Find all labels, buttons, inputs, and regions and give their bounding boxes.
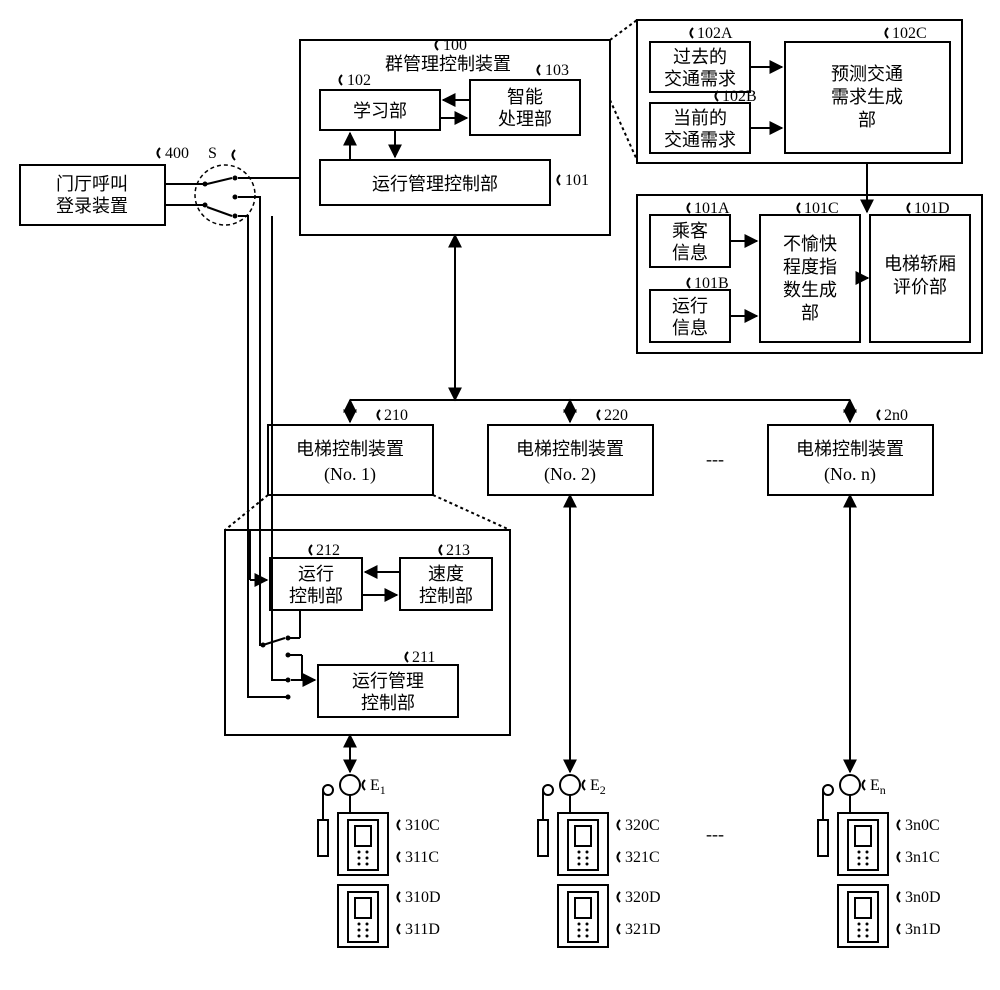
box101d-l2: 评价部 [893, 277, 947, 297]
ref-102b: 102B [722, 88, 757, 105]
ctrl1-l2: (No. 1) [324, 464, 376, 485]
ref-101a: 101A [694, 200, 730, 217]
ref-102: 102 [347, 72, 371, 89]
ref-e1: E1 [370, 777, 386, 797]
ref-100: 100 [443, 37, 467, 54]
box102c-l1: 预测交通 [831, 64, 903, 84]
box103-line1: 智能 [507, 87, 543, 107]
ref-400: 400 [165, 145, 189, 162]
ref-3n0c: 3n0C [905, 817, 940, 834]
box102a-l2: 交通需求 [664, 69, 736, 89]
ref-101c: 101C [804, 200, 839, 217]
ref-101b: 101B [694, 275, 729, 292]
box213-l2: 控制部 [419, 586, 473, 606]
ref-3n1c: 3n1C [905, 849, 940, 866]
ref-101: 101 [565, 172, 589, 189]
box102b-l1: 当前的 [673, 108, 727, 128]
detail-101: 101A 乘客 信息 101B 运行 信息 101C 不愉快 程度指 数生成 部… [637, 163, 982, 353]
elevator-n: En 3n0C 3n1C 3n0D 3n1D [818, 775, 941, 947]
group-mgmt-device: 100 群管理控制装置 102 学习部 103 智能 处理部 101 运行管理控… [300, 37, 610, 235]
box101d-l1: 电梯轿厢 [884, 254, 956, 274]
ctrl2-l2: (No. 2) [544, 464, 596, 485]
ref-e2: E2 [590, 777, 606, 797]
box101b-l1: 运行 [672, 296, 708, 316]
box212-l1: 运行 [298, 564, 334, 584]
box102-text: 学习部 [353, 101, 407, 121]
box400-line2: 登录装置 [56, 196, 128, 216]
ref-3n1d: 3n1D [905, 921, 941, 938]
box101a-l2: 信息 [672, 243, 708, 263]
dash1: --- [706, 449, 724, 469]
ref-311c: 311C [405, 849, 439, 866]
box213-l1: 速度 [428, 564, 464, 584]
detail-102: 102A 过去的 交通需求 102B 当前的 交通需求 102C 预测交通 需求… [637, 20, 962, 163]
ref-102a: 102A [697, 25, 733, 42]
elevator-1: E1 310C 311C 310D 311D [318, 775, 441, 947]
box211-l2: 控制部 [361, 693, 415, 713]
ref-s: S [208, 145, 217, 162]
ref-101d: 101D [914, 200, 950, 217]
ref-102c: 102C [892, 25, 927, 42]
ctrln-l2: (No. n) [824, 464, 876, 485]
ctrl2-l1: 电梯控制装置 [516, 439, 624, 459]
box101a-l1: 乘客 [672, 221, 708, 241]
box102b-l2: 交通需求 [664, 130, 736, 150]
dash2: --- [706, 824, 724, 844]
box102c-l2: 需求生成 [831, 87, 903, 107]
box103-line2: 处理部 [498, 109, 552, 129]
ref-211: 211 [412, 649, 435, 666]
ref-320c: 320C [625, 817, 660, 834]
ctrl-detail: 212 运行 控制部 213 速度 控制部 211 运行管理 控制部 [225, 530, 510, 735]
ref-en: En [870, 777, 886, 797]
ref-2n0: 2n0 [884, 407, 908, 424]
ref-310d: 310D [405, 889, 441, 906]
box211-l1: 运行管理 [352, 671, 424, 691]
box100-title: 群管理控制装置 [385, 54, 511, 74]
box102a-l1: 过去的 [673, 47, 727, 67]
ref-3n0d: 3n0D [905, 889, 941, 906]
box101c-l2: 程度指 [783, 257, 837, 277]
box212-l2: 控制部 [289, 586, 343, 606]
ref-310c: 310C [405, 817, 440, 834]
ref-220: 220 [604, 407, 628, 424]
elevator-2: E2 320C 321C 320D 321D [538, 775, 661, 947]
box101c-l4: 部 [801, 303, 819, 323]
hall-call-device: 门厅呼叫 登录装置 400 [20, 145, 189, 225]
ref-213: 213 [446, 542, 470, 559]
ref-311d: 311D [405, 921, 440, 938]
ref-321c: 321C [625, 849, 660, 866]
ref-320d: 320D [625, 889, 661, 906]
ref-210: 210 [384, 407, 408, 424]
switch-s: S [195, 145, 255, 225]
ctrl1-l1: 电梯控制装置 [296, 439, 404, 459]
box101-text: 运行管理控制部 [372, 174, 498, 194]
box400-line1: 门厅呼叫 [56, 174, 128, 194]
ref-321d: 321D [625, 921, 661, 938]
ref-103: 103 [545, 62, 569, 79]
ref-212: 212 [316, 542, 340, 559]
ctrln-l1: 电梯控制装置 [796, 439, 904, 459]
box102c-l3: 部 [858, 110, 876, 130]
box101c-l1: 不愉快 [783, 234, 837, 254]
box101b-l2: 信息 [672, 318, 708, 338]
box101c-l3: 数生成 [783, 280, 837, 300]
